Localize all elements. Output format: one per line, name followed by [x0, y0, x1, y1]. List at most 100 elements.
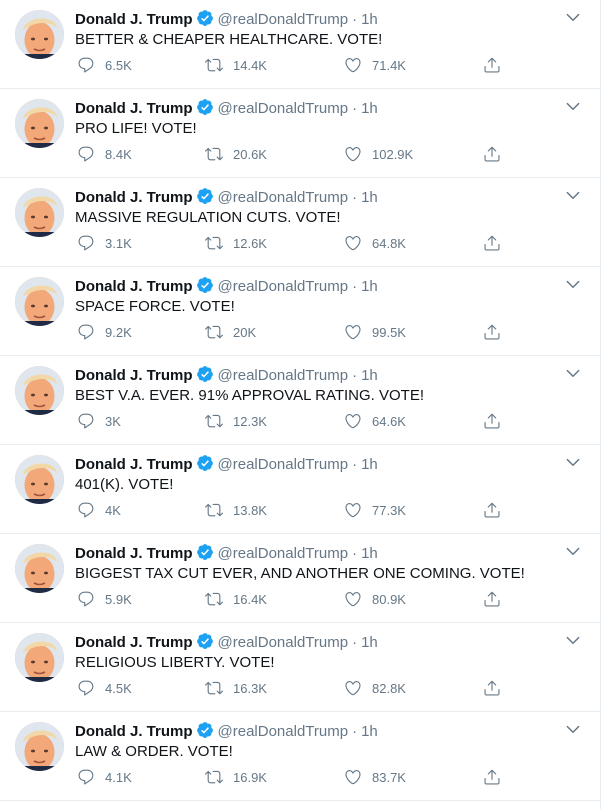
handle[interactable]: @realDonaldTrump	[218, 11, 349, 28]
chevron-down-icon[interactable]	[564, 186, 582, 204]
retweet-button[interactable]: 16.4K	[203, 584, 267, 614]
retweet-button[interactable]: 20K	[203, 317, 256, 347]
timestamp[interactable]: 1h	[361, 723, 378, 740]
reply-button[interactable]: 9.2K	[75, 317, 132, 347]
avatar[interactable]	[15, 277, 64, 326]
reply-button[interactable]: 4.5K	[75, 673, 132, 703]
share-button[interactable]	[481, 762, 501, 792]
reply-button[interactable]: 8.4K	[75, 139, 132, 169]
display-name[interactable]: Donald J. Trump	[75, 367, 193, 384]
handle[interactable]: @realDonaldTrump	[218, 100, 349, 117]
reply-button[interactable]: 4.1K	[75, 762, 132, 792]
share-button[interactable]	[481, 495, 501, 525]
chevron-down-icon[interactable]	[564, 542, 582, 560]
like-button[interactable]: 80.9K	[342, 584, 406, 614]
like-button[interactable]: 71.4K	[342, 50, 406, 80]
like-button[interactable]: 99.5K	[342, 317, 406, 347]
like-count: 83.7K	[372, 769, 406, 785]
avatar[interactable]	[15, 99, 64, 148]
handle[interactable]: @realDonaldTrump	[218, 634, 349, 651]
display-name[interactable]: Donald J. Trump	[75, 456, 193, 473]
retweet-button[interactable]: 16.3K	[203, 673, 267, 703]
timestamp[interactable]: 1h	[361, 11, 378, 28]
like-button[interactable]: 64.6K	[342, 406, 406, 436]
share-button[interactable]	[481, 673, 501, 703]
retweet-button[interactable]: 20.6K	[203, 139, 267, 169]
share-button[interactable]	[481, 228, 501, 258]
reply-button[interactable]: 3.1K	[75, 228, 132, 258]
timestamp[interactable]: 1h	[361, 278, 378, 295]
avatar[interactable]	[15, 366, 64, 415]
timestamp[interactable]: 1h	[361, 456, 378, 473]
retweet-button[interactable]: 16.9K	[203, 762, 267, 792]
chevron-down-icon[interactable]	[564, 453, 582, 471]
chevron-down-icon[interactable]	[564, 364, 582, 382]
tweet-1[interactable]: Donald J. Trump @realDonaldTrump · 1h BETTE…	[0, 0, 600, 89]
reply-button[interactable]: 3K	[75, 406, 121, 436]
timestamp[interactable]: 1h	[361, 634, 378, 651]
display-name[interactable]: Donald J. Trump	[75, 723, 193, 740]
tweet-6[interactable]: Donald J. Trump @realDonaldTrump · 1h 401(K…	[0, 445, 600, 534]
share-button[interactable]	[481, 406, 501, 436]
share-button[interactable]	[481, 139, 501, 169]
reply-count: 4K	[105, 502, 121, 518]
separator-dot: ·	[352, 723, 358, 740]
display-name[interactable]: Donald J. Trump	[75, 100, 193, 117]
avatar[interactable]	[15, 722, 64, 771]
tweet-9[interactable]: Donald J. Trump @realDonaldTrump · 1h LAW &…	[0, 712, 600, 801]
avatar[interactable]	[15, 544, 64, 593]
retweet-button[interactable]: 14.4K	[203, 50, 267, 80]
like-button[interactable]: 102.9K	[342, 139, 413, 169]
display-name[interactable]: Donald J. Trump	[75, 545, 193, 562]
share-button[interactable]	[481, 50, 501, 80]
handle[interactable]: @realDonaldTrump	[218, 545, 349, 562]
separator-dot: ·	[352, 456, 358, 473]
retweet-button[interactable]: 13.8K	[203, 495, 267, 525]
like-button[interactable]: 83.7K	[342, 762, 406, 792]
tweet-4[interactable]: Donald J. Trump @realDonaldTrump · 1h SPACE…	[0, 267, 600, 356]
tweet-2[interactable]: Donald J. Trump @realDonaldTrump · 1h PRO L…	[0, 89, 600, 178]
handle[interactable]: @realDonaldTrump	[218, 456, 349, 473]
timestamp[interactable]: 1h	[361, 189, 378, 206]
display-name[interactable]: Donald J. Trump	[75, 278, 193, 295]
reply-button[interactable]: 5.9K	[75, 584, 132, 614]
timestamp[interactable]: 1h	[361, 545, 378, 562]
retweet-button[interactable]: 12.3K	[203, 406, 267, 436]
chevron-down-icon[interactable]	[564, 275, 582, 293]
handle[interactable]: @realDonaldTrump	[218, 189, 349, 206]
tweet-5[interactable]: Donald J. Trump @realDonaldTrump · 1h BEST …	[0, 356, 600, 445]
share-icon	[484, 413, 500, 429]
tweet-8[interactable]: Donald J. Trump @realDonaldTrump · 1h RELIG…	[0, 623, 600, 712]
heart-icon	[345, 325, 361, 340]
share-icon	[484, 680, 500, 696]
retweet-button[interactable]: 12.6K	[203, 228, 267, 258]
like-button[interactable]: 77.3K	[342, 495, 406, 525]
profile-photo-icon	[15, 722, 64, 771]
chevron-down-icon[interactable]	[564, 631, 582, 649]
display-name[interactable]: Donald J. Trump	[75, 634, 193, 651]
display-name[interactable]: Donald J. Trump	[75, 11, 193, 28]
verified-badge-icon	[196, 187, 214, 205]
timestamp[interactable]: 1h	[361, 367, 378, 384]
tweet-7[interactable]: Donald J. Trump @realDonaldTrump · 1h BIGGE…	[0, 534, 600, 623]
reply-button[interactable]: 4K	[75, 495, 121, 525]
share-button[interactable]	[481, 584, 501, 614]
like-button[interactable]: 82.8K	[342, 673, 406, 703]
chevron-down-icon[interactable]	[564, 8, 582, 26]
timestamp[interactable]: 1h	[361, 100, 378, 117]
chevron-down-icon[interactable]	[564, 720, 582, 738]
handle[interactable]: @realDonaldTrump	[218, 723, 349, 740]
avatar[interactable]	[15, 455, 64, 504]
avatar[interactable]	[15, 633, 64, 682]
avatar[interactable]	[15, 10, 64, 59]
reply-button[interactable]: 6.5K	[75, 50, 132, 80]
chevron-down-icon[interactable]	[564, 97, 582, 115]
like-button[interactable]: 64.8K	[342, 228, 406, 258]
share-button[interactable]	[481, 317, 501, 347]
tweet-3[interactable]: Donald J. Trump @realDonaldTrump · 1h MASSI…	[0, 178, 600, 267]
handle[interactable]: @realDonaldTrump	[218, 367, 349, 384]
handle[interactable]: @realDonaldTrump	[218, 278, 349, 295]
like-count: 64.6K	[372, 413, 406, 429]
display-name[interactable]: Donald J. Trump	[75, 189, 193, 206]
avatar[interactable]	[15, 188, 64, 237]
